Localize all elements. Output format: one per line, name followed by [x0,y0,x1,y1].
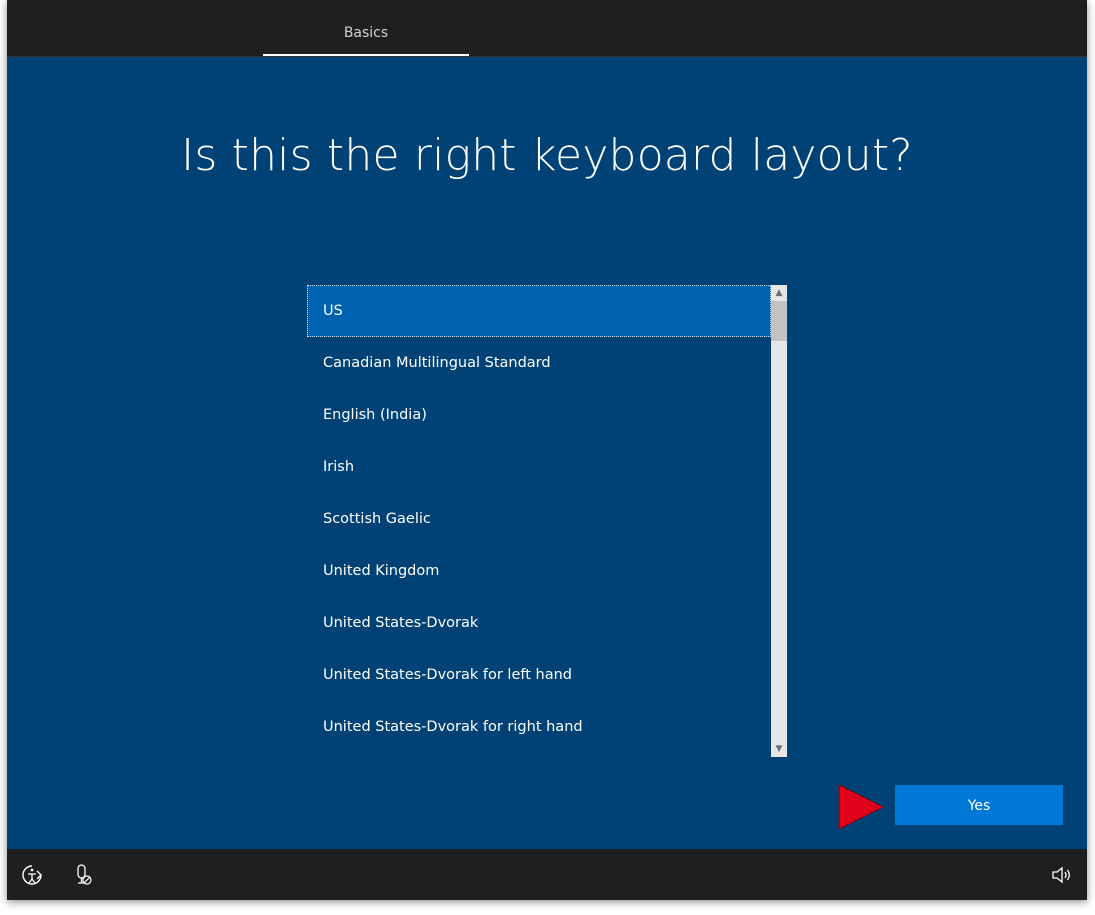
yes-button[interactable]: Yes [895,785,1063,825]
list-item-united-states-dvorak[interactable]: United States-Dvorak [307,597,771,649]
bottom-bar [7,849,1087,900]
list-item-united-states-dvorak-left-hand[interactable]: United States-Dvorak for left hand [307,649,771,701]
tab-basics[interactable]: Basics [263,0,469,56]
active-tab-indicator [263,54,469,56]
oobe-window: Basics Is this the right keyboard layout… [7,0,1087,900]
list-item-canadian-multilingual-standard[interactable]: Canadian Multilingual Standard [307,337,771,389]
list-item-irish[interactable]: Irish [307,441,771,493]
list-scrollbar[interactable]: ▲ ▼ [771,285,787,757]
top-bar: Basics [7,0,1087,57]
list-item-scottish-gaelic[interactable]: Scottish Gaelic [307,493,771,545]
tab-basics-label: Basics [343,25,389,41]
scroll-up-arrow-icon[interactable]: ▲ [771,285,787,301]
volume-icon[interactable] [1048,862,1074,888]
red-pointer-arrow-icon [838,784,885,830]
page-title: Is this the right keyboard layout? [181,130,913,181]
list-item-united-kingdom[interactable]: United Kingdom [307,545,771,597]
scroll-thumb[interactable] [771,301,787,341]
microphone-off-icon[interactable] [70,862,96,888]
ease-of-access-icon[interactable] [19,862,45,888]
list-item-us[interactable]: US [307,285,771,337]
scroll-down-arrow-icon[interactable]: ▼ [771,741,787,757]
keyboard-layout-listbox[interactable]: US Canadian Multilingual Standard Englis… [307,285,787,757]
list-item-united-states-dvorak-right-hand[interactable]: United States-Dvorak for right hand [307,701,771,753]
list-item-english-india[interactable]: English (India) [307,389,771,441]
keyboard-layout-list: US Canadian Multilingual Standard Englis… [307,285,771,757]
